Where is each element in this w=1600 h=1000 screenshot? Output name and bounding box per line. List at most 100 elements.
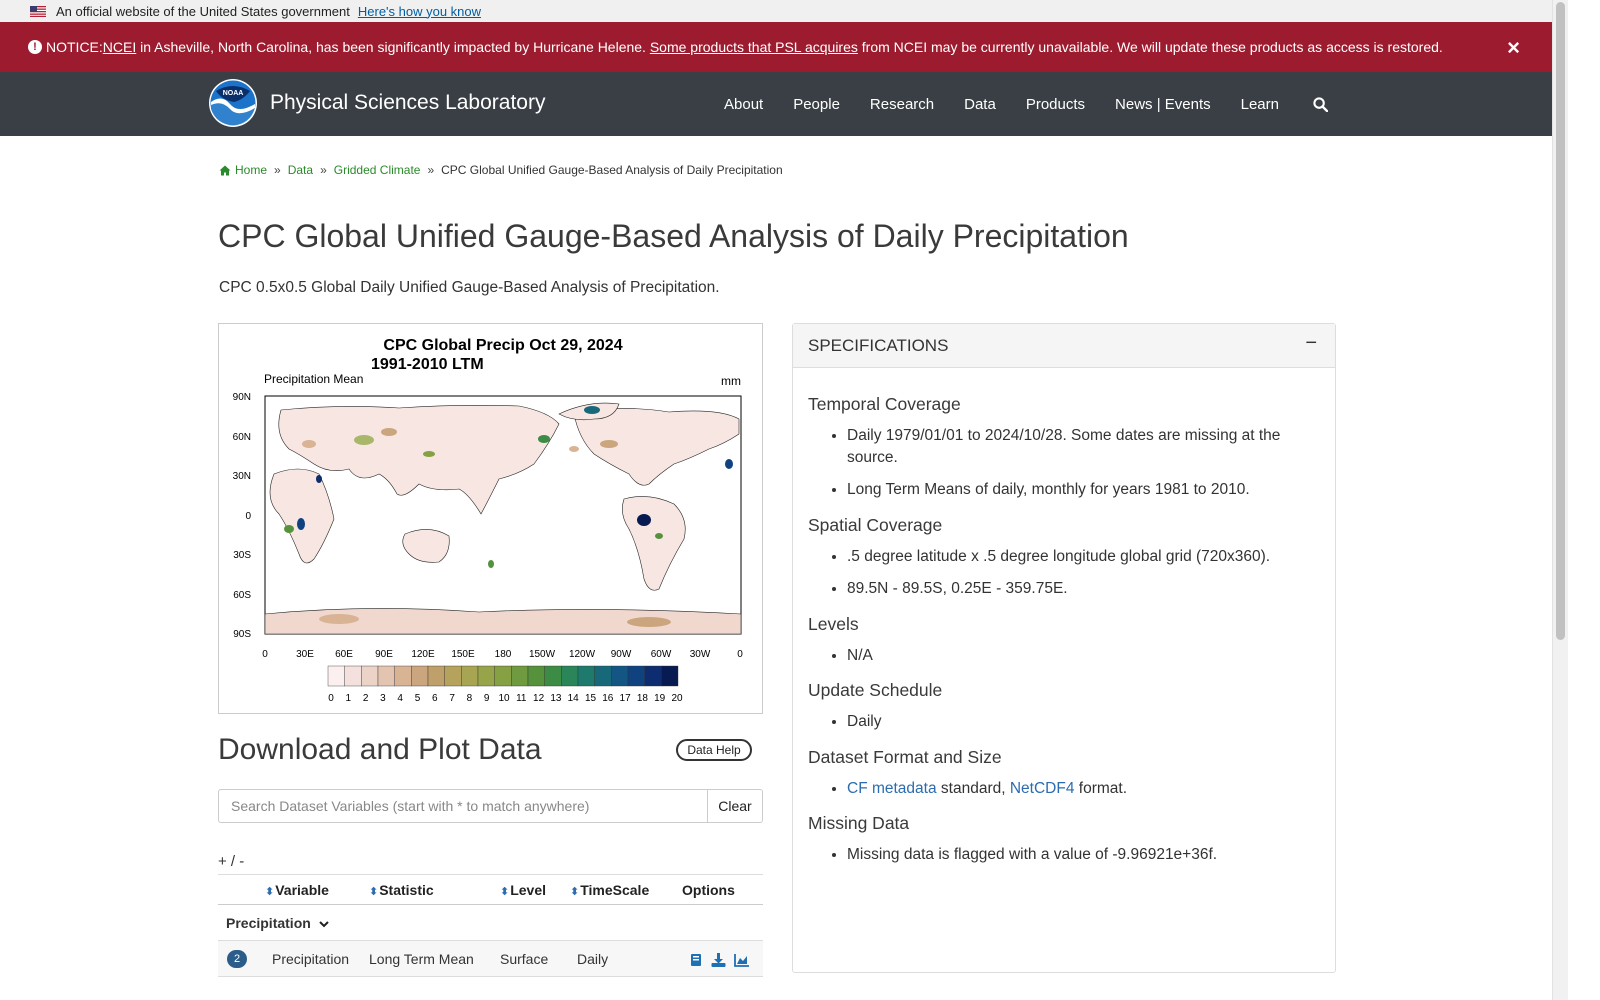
nav-research[interactable]: Research <box>870 96 934 113</box>
colorbar-label: 6 <box>432 693 438 704</box>
list-item: Daily 1979/01/01 to 2024/10/28. Some dat… <box>847 425 1320 468</box>
colorbar-label: 20 <box>671 693 683 704</box>
products-link[interactable]: Some products that PSL acquires <box>650 39 858 55</box>
lon-label: 150W <box>529 649 556 660</box>
colorbar-swatch <box>611 665 629 687</box>
sort-icon: ⬍ <box>500 885 510 898</box>
cf-metadata-link[interactable]: CF metadata <box>847 780 937 797</box>
lat-label-90s: 90S <box>233 629 251 640</box>
column-level: Level <box>510 881 547 898</box>
breadcrumb-home[interactable]: Home <box>235 163 267 177</box>
colorbar-swatch <box>361 665 379 687</box>
how-you-know-link[interactable]: Here's how you know <box>358 4 481 19</box>
sort-statistic-header[interactable]: ⬍Statistic <box>368 874 499 905</box>
logo-text: NOAA <box>223 90 244 97</box>
book-icon[interactable] <box>689 953 703 967</box>
spatial-coverage-list: .5 degree latitude x .5 degree longitude… <box>808 546 1320 600</box>
breadcrumb-separator: » <box>320 163 327 177</box>
list-item: Missing data is flagged with a value of … <box>847 844 1320 866</box>
lat-label-0: 0 <box>245 511 251 522</box>
precip-map-svg: CPC Global Precip Oct 29, 2024 1991-2010… <box>233 337 744 704</box>
count-badge: 2 <box>227 950 247 968</box>
page: An official website of the United States… <box>0 0 1568 1000</box>
colorbar-swatch <box>594 665 612 687</box>
netcdf4-link[interactable]: NetCDF4 <box>1010 780 1075 797</box>
ncei-link[interactable]: NCEI <box>103 39 136 55</box>
colorbar-swatch <box>511 665 529 687</box>
colorbar-swatch <box>411 665 429 687</box>
breadcrumb-gridded-climate[interactable]: Gridded Climate <box>334 163 421 177</box>
row-timescale: Daily <box>569 940 681 977</box>
nav-people[interactable]: People <box>793 96 840 113</box>
nav-learn[interactable]: Learn <box>1241 96 1279 113</box>
variable-search-input[interactable] <box>218 789 707 823</box>
sort-level-header[interactable]: ⬍Level <box>499 874 569 905</box>
data-help-button[interactable]: Data Help <box>676 739 752 761</box>
colorbar-label: 5 <box>415 693 421 704</box>
list-item: N/A <box>847 645 1320 667</box>
specifications-header[interactable]: SPECIFICATIONS − <box>793 324 1335 368</box>
plot-left-label: Precipitation Mean <box>264 372 363 386</box>
page-scrollbar[interactable] <box>1552 0 1568 1000</box>
nav-data[interactable]: Data <box>964 96 996 113</box>
notice-text-1: in Asheville, North Carolina, has been s… <box>136 39 650 55</box>
update-schedule-title: Update Schedule <box>808 680 943 700</box>
colorbar-label: 17 <box>620 693 632 704</box>
colorbar-swatch <box>661 665 679 687</box>
exclamation-icon: ! <box>28 40 42 54</box>
download-icon[interactable] <box>711 952 726 967</box>
lon-label: 0 <box>262 649 268 660</box>
sort-variable-header[interactable]: ⬍Variable <box>264 874 368 905</box>
update-schedule-list: Daily <box>808 711 1320 733</box>
row-level: Surface <box>499 940 569 977</box>
main-nav: About People Research Data Products News… <box>724 72 1568 136</box>
colorbar-label: 8 <box>467 693 473 704</box>
list-item: Daily <box>847 711 1320 733</box>
colorbar-swatch <box>561 665 579 687</box>
format-size-list: CF metadata standard, NetCDF4 format. <box>808 778 1320 800</box>
row-options <box>681 940 763 977</box>
group-row-precipitation[interactable]: Precipitation <box>218 904 763 941</box>
clear-search-button[interactable]: Clear <box>707 789 763 823</box>
colorbar-swatch <box>327 665 345 687</box>
noaa-logo[interactable]: NOAA <box>208 78 258 128</box>
colorbar-label: 0 <box>328 693 334 704</box>
colorbar-label: 10 <box>498 693 510 704</box>
colorbar-swatch <box>627 665 645 687</box>
format-text-end: format. <box>1074 779 1128 797</box>
lat-label-30s: 30S <box>233 550 251 561</box>
list-item: .5 degree latitude x .5 degree longitude… <box>847 546 1320 568</box>
close-notice-icon[interactable]: × <box>1507 35 1520 61</box>
colorbar-swatch <box>477 665 495 687</box>
lon-label: 150E <box>451 649 475 660</box>
colorbar-label: 16 <box>602 693 614 704</box>
gov-banner: An official website of the United States… <box>0 0 1568 22</box>
sort-timescale-header[interactable]: ⬍TimeScale <box>569 874 681 905</box>
expand-collapse-toggle[interactable]: + / - <box>218 853 244 870</box>
collapse-icon[interactable]: − <box>1305 332 1317 355</box>
site-title[interactable]: Physical Sciences Laboratory <box>270 91 545 115</box>
area-chart-icon[interactable] <box>733 953 750 967</box>
colorbar-label: 9 <box>484 693 490 704</box>
nav-about[interactable]: About <box>724 96 763 113</box>
specifications-title: SPECIFICATIONS <box>808 335 949 355</box>
lat-label-30n: 30N <box>233 471 251 482</box>
breadcrumb-data[interactable]: Data <box>288 163 313 177</box>
lon-label: 120E <box>411 649 435 660</box>
nav-news-events[interactable]: News | Events <box>1115 96 1211 113</box>
column-options: Options <box>681 874 763 905</box>
scrollbar-thumb[interactable] <box>1556 2 1565 640</box>
search-icon[interactable] <box>1313 96 1328 112</box>
breadcrumb: Home » Data » Gridded Climate » CPC Glob… <box>219 163 783 177</box>
column-statistic: Statistic <box>379 881 434 898</box>
colorbar-label: 15 <box>585 693 597 704</box>
precip-map-plot: CPC Global Precip Oct 29, 2024 1991-2010… <box>218 323 763 714</box>
colorbar-label: 13 <box>550 693 562 704</box>
colorbar-label: 12 <box>533 693 545 704</box>
nav-products[interactable]: Products <box>1026 96 1085 113</box>
row-statistic: Long Term Mean <box>368 940 499 977</box>
lon-label: 180 <box>495 649 512 660</box>
variables-table: ⬍Variable ⬍Statistic ⬍Level ⬍TimeScale O… <box>218 874 763 977</box>
sort-icon: ⬍ <box>369 885 379 898</box>
colorbar-label: 7 <box>449 693 455 704</box>
